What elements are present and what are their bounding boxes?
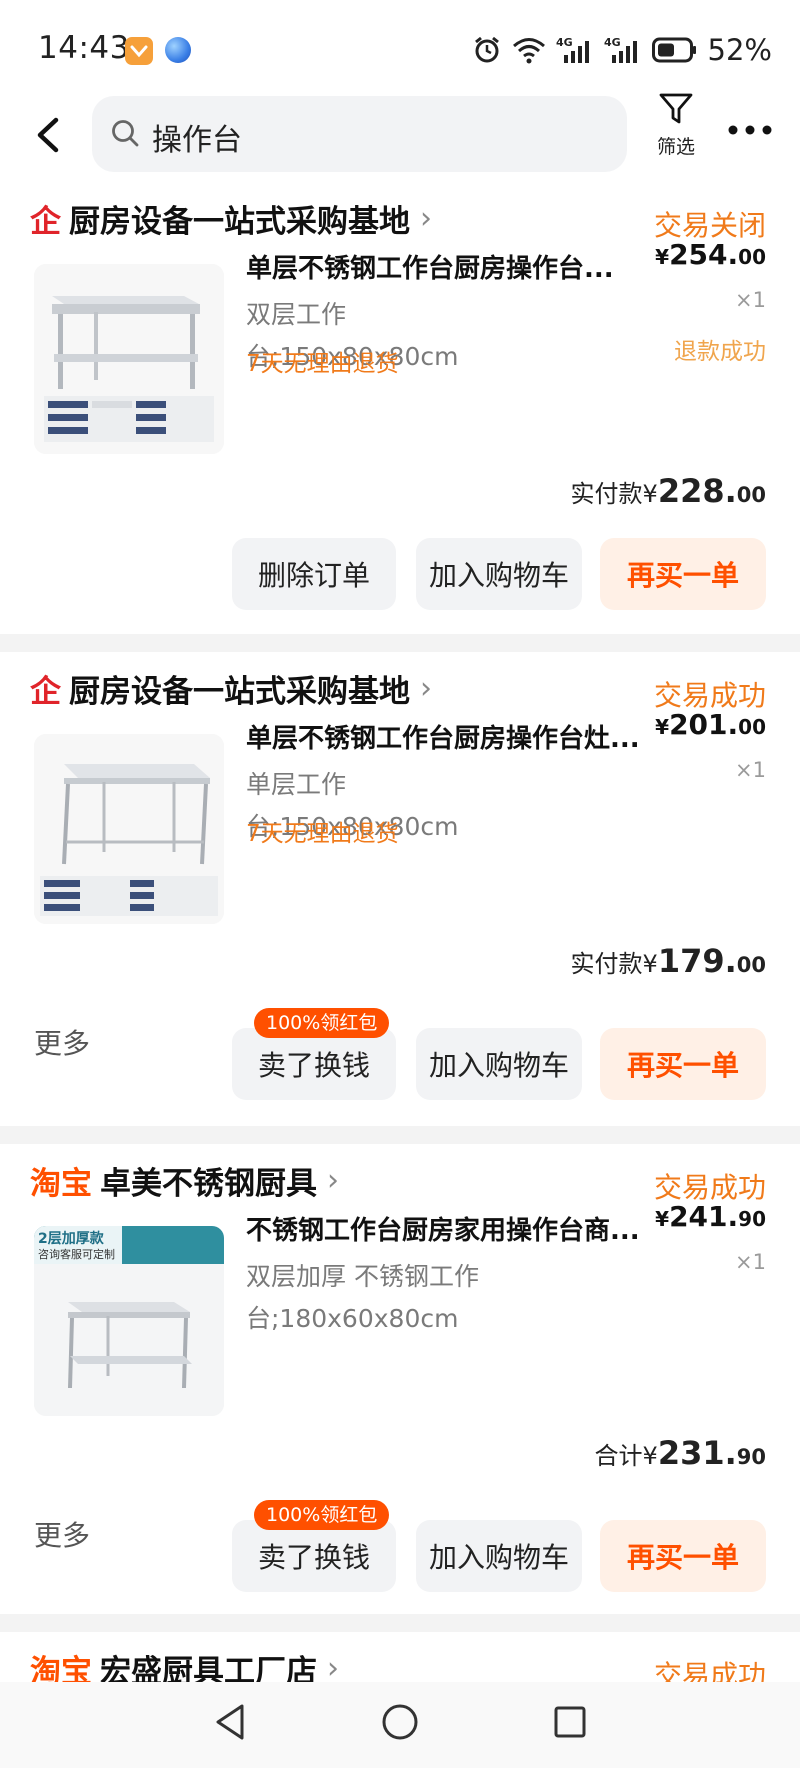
- product-title[interactable]: 不锈钢工作台厨房家用操作台商...: [246, 1210, 646, 1247]
- signal-4g-icon-2: 4G: [604, 36, 637, 63]
- browser-app-icon: [165, 37, 191, 63]
- more-options-button[interactable]: [726, 118, 774, 142]
- tmall-brand-icon: 企: [30, 203, 61, 240]
- shop-link[interactable]: 淘宝 卓美不锈钢厨具 ›: [30, 1158, 339, 1202]
- shop-name: 厨房设备一站式采购基地: [69, 203, 410, 240]
- return-policy: 7天无理由退货: [246, 821, 399, 847]
- signal-4g-icon-1: 4G: [556, 36, 589, 63]
- taobao-brand-icon: 淘宝: [30, 1165, 92, 1202]
- product-spec: 双层加厚 不锈钢工作台;180x60x80cm: [246, 1262, 479, 1333]
- add-to-cart-button[interactable]: 加入购物车: [416, 1520, 582, 1592]
- quantity: ×1: [735, 288, 766, 312]
- shop-link[interactable]: 企 厨房设备一站式采购基地 ›: [30, 666, 432, 710]
- taobao-brand-icon: 淘宝: [30, 1653, 92, 1683]
- worktable-image: [34, 264, 224, 454]
- chevron-right-icon: ›: [327, 1162, 339, 1198]
- product-title[interactable]: 单层不锈钢工作台厨房操作台灶...: [246, 718, 646, 755]
- paid-amount: 实付款¥179.00: [570, 942, 766, 980]
- filter-label: 筛选: [656, 136, 695, 158]
- order-card: 淘宝 卓美不锈钢厨具 › 交易成功 2层加厚款 咨询客服可定制 不锈钢工作台厨房…: [0, 1144, 800, 1614]
- nav-recents-icon[interactable]: [552, 1702, 588, 1742]
- sell-for-cash-button[interactable]: 卖了换钱: [232, 1028, 396, 1100]
- svg-text:2层加厚款: 2层加厚款: [38, 1230, 105, 1247]
- quantity: ×1: [735, 1250, 766, 1274]
- alarm-icon: [474, 36, 499, 63]
- return-policy: 7天无理由退货: [246, 351, 399, 377]
- tmall-brand-icon: 企: [30, 673, 61, 710]
- refund-status[interactable]: 退款成功: [674, 332, 766, 366]
- shop-link[interactable]: 淘宝 宏盛厨具工厂店 ›: [30, 1646, 339, 1683]
- paid-amount: 实付款¥228.00: [570, 472, 766, 510]
- order-list[interactable]: 企 厨房设备一站式采购基地 › 交易关闭 单层不锈钢工作台厨房操作台... 双层…: [0, 182, 800, 1682]
- status-indicators: 4G 4G 52%: [472, 30, 772, 70]
- buy-again-button[interactable]: 再买一单: [600, 1520, 766, 1592]
- status-time: 14:43: [38, 30, 130, 66]
- shop-name: 卓美不锈钢厨具: [100, 1165, 317, 1202]
- chevron-right-icon: ›: [420, 200, 432, 236]
- red-packet-badge: 100%领红包: [254, 1500, 390, 1530]
- svg-text:4G: 4G: [604, 36, 621, 49]
- worktable-image: 2层加厚款 咨询客服可定制: [34, 1226, 224, 1416]
- product-title[interactable]: 单层不锈钢工作台厨房操作台...: [246, 248, 646, 285]
- order-card: 淘宝 宏盛厨具工厂店 › 交易成功: [0, 1632, 800, 1682]
- nav-home-icon[interactable]: [380, 1702, 420, 1742]
- more-actions-button[interactable]: 更多: [34, 1514, 90, 1554]
- search-query: 操作台: [152, 123, 242, 158]
- order-status: 交易成功: [653, 1659, 766, 1682]
- more-dots-icon: [728, 125, 772, 135]
- back-button[interactable]: [30, 112, 70, 158]
- total-amount: 合计¥231.90: [594, 1434, 766, 1472]
- chevron-right-icon: ›: [420, 670, 432, 706]
- shop-link[interactable]: 企 厨房设备一站式采购基地 ›: [30, 196, 432, 240]
- nav-back-icon[interactable]: [212, 1702, 248, 1742]
- shop-name: 厨房设备一站式采购基地: [69, 673, 410, 710]
- chevron-left-icon: [37, 117, 59, 153]
- search-header: 操作台 筛选: [0, 92, 800, 182]
- unit-price: ¥241.90: [655, 1200, 766, 1233]
- more-actions-button[interactable]: 更多: [34, 1022, 90, 1062]
- shop-name: 宏盛厨具工厂店: [100, 1653, 317, 1683]
- wifi-icon: [512, 38, 545, 64]
- filter-icon: [659, 93, 693, 124]
- chevron-right-icon: ›: [327, 1650, 339, 1683]
- filter-button[interactable]: 筛选: [650, 92, 702, 172]
- red-packet-badge: 100%领红包: [254, 1008, 390, 1038]
- order-card: 企 厨房设备一站式采购基地 › 交易关闭 单层不锈钢工作台厨房操作台... 双层…: [0, 182, 800, 634]
- buy-again-button[interactable]: 再买一单: [600, 1028, 766, 1100]
- worktable-image: [34, 734, 224, 924]
- add-to-cart-button[interactable]: 加入购物车: [416, 538, 582, 610]
- unit-price: ¥201.00: [655, 708, 766, 741]
- svg-text:4G: 4G: [556, 36, 573, 49]
- product-image[interactable]: 2层加厚款 咨询客服可定制: [34, 1226, 224, 1416]
- system-navigation-bar: [0, 1682, 800, 1768]
- delete-order-button[interactable]: 删除订单: [232, 538, 396, 610]
- svg-text:咨询客服可定制: 咨询客服可定制: [38, 1247, 115, 1261]
- add-to-cart-button[interactable]: 加入购物车: [416, 1028, 582, 1100]
- notification-app-icon: [125, 37, 153, 65]
- unit-price: ¥254.00: [655, 238, 766, 271]
- order-card: 企 厨房设备一站式采购基地 › 交易成功 单层不锈钢工作台厨房操作台灶... 单…: [0, 652, 800, 1126]
- search-icon: [112, 120, 139, 147]
- product-image[interactable]: [34, 734, 224, 924]
- product-image[interactable]: [34, 264, 224, 454]
- battery-icon: [651, 37, 696, 63]
- search-input[interactable]: 操作台: [92, 96, 627, 172]
- battery-percent: 52%: [707, 33, 772, 67]
- buy-again-button[interactable]: 再买一单: [600, 538, 766, 610]
- quantity: ×1: [735, 758, 766, 782]
- sell-for-cash-button[interactable]: 卖了换钱: [232, 1520, 396, 1592]
- status-bar: 14:43 4G 4G 52%: [0, 0, 800, 92]
